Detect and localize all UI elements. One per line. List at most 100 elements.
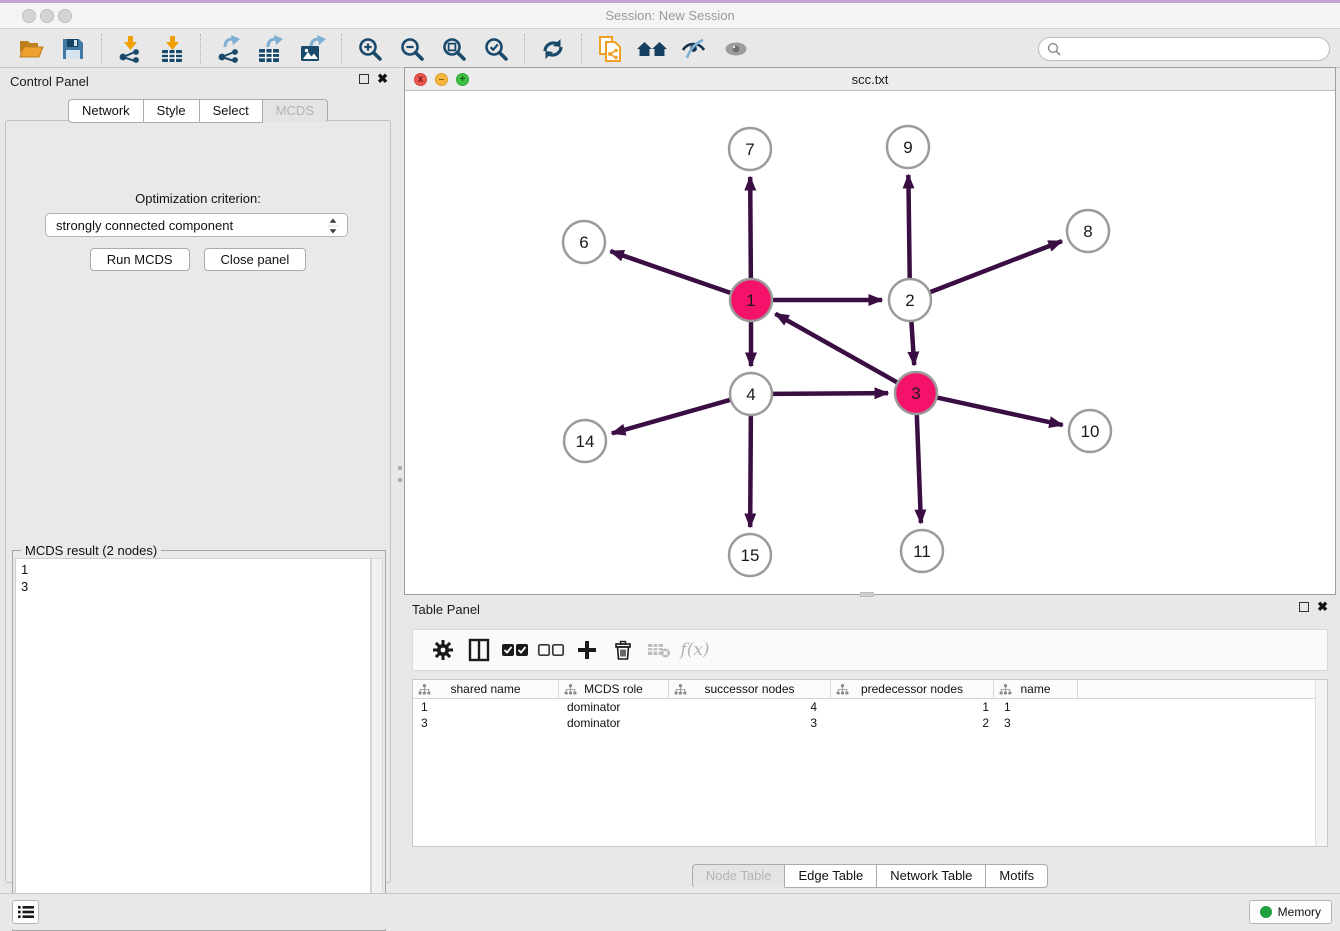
zoom-in-icon[interactable] bbox=[354, 33, 386, 65]
edge-4-15[interactable] bbox=[750, 415, 751, 527]
zoom-selected-icon[interactable] bbox=[480, 33, 512, 65]
cell-predecessor-nodes[interactable]: 2 bbox=[831, 715, 994, 731]
task-list-icon bbox=[18, 905, 34, 919]
edge-1-6[interactable] bbox=[610, 251, 731, 293]
close-table-panel-icon[interactable]: ✖ bbox=[1317, 602, 1328, 612]
cell-name[interactable]: 3 bbox=[994, 715, 1078, 731]
tab-network-table[interactable]: Network Table bbox=[877, 864, 986, 888]
memory-button[interactable]: Memory bbox=[1249, 900, 1332, 924]
horizontal-splitter-grip[interactable] bbox=[860, 592, 874, 597]
refresh-view-icon[interactable] bbox=[537, 33, 569, 65]
export-network-icon[interactable] bbox=[213, 33, 245, 65]
delete-column-icon[interactable] bbox=[641, 635, 677, 665]
cell-predecessor-nodes[interactable]: 1 bbox=[831, 699, 994, 715]
edge-3-11[interactable] bbox=[917, 414, 921, 523]
tab-edge-table[interactable]: Edge Table bbox=[785, 864, 877, 888]
cell-shared-name[interactable]: 1 bbox=[413, 699, 559, 715]
main-toolbar bbox=[0, 30, 1340, 68]
deselect-all-checkboxes-icon[interactable] bbox=[533, 635, 569, 665]
network-window-title: scc.txt bbox=[405, 72, 1335, 87]
criterion-selected-value: strongly connected component bbox=[56, 218, 233, 233]
show-all-eye-icon[interactable] bbox=[720, 33, 752, 65]
import-table-icon[interactable] bbox=[156, 33, 188, 65]
close-panel-icon[interactable]: ✖ bbox=[377, 74, 388, 84]
mcds-result-groupbox: MCDS result (2 nodes) 1 3 bbox=[12, 550, 386, 931]
network-window: x – + scc.txt 7968124314101511 bbox=[404, 67, 1336, 595]
cell-successor-nodes[interactable]: 4 bbox=[669, 699, 831, 715]
close-panel-button[interactable]: Close panel bbox=[204, 248, 307, 271]
cell-shared-name[interactable]: 3 bbox=[413, 715, 559, 731]
tab-mcds[interactable]: MCDS bbox=[263, 99, 328, 123]
tab-style[interactable]: Style bbox=[144, 99, 200, 123]
import-network-icon[interactable] bbox=[114, 33, 146, 65]
node-label-15: 15 bbox=[741, 546, 760, 565]
network-window-titlebar[interactable]: x – + scc.txt bbox=[405, 68, 1335, 91]
table-tabbar: Node TableEdge TableNetwork TableMotifs bbox=[692, 864, 1048, 888]
plus-icon[interactable] bbox=[569, 635, 605, 665]
app-window: Session: New Session bbox=[0, 0, 1340, 926]
cell-name[interactable]: 1 bbox=[994, 699, 1078, 715]
task-history-button[interactable] bbox=[12, 900, 39, 924]
cell-MCDS-role[interactable]: dominator bbox=[559, 699, 669, 715]
edge-3-1[interactable] bbox=[775, 314, 897, 383]
window-title: Session: New Session bbox=[0, 8, 1340, 23]
column-header-successor-nodes[interactable]: successor nodes bbox=[669, 680, 831, 698]
hide-selected-eye-icon[interactable] bbox=[678, 33, 710, 65]
edge-2-9[interactable] bbox=[908, 175, 909, 279]
cell-MCDS-role[interactable]: dominator bbox=[559, 715, 669, 731]
tab-motifs[interactable]: Motifs bbox=[986, 864, 1048, 888]
first-neighbors-icon[interactable] bbox=[636, 33, 668, 65]
node-label-2: 2 bbox=[905, 291, 914, 310]
zoom-fit-icon[interactable] bbox=[438, 33, 470, 65]
float-panel-icon[interactable] bbox=[359, 74, 369, 84]
split-panel-icon[interactable] bbox=[461, 635, 497, 665]
control-panel-tabbar: NetworkStyleSelectMCDS bbox=[68, 99, 328, 123]
edge-2-8[interactable] bbox=[930, 241, 1062, 292]
edge-4-14[interactable] bbox=[612, 400, 731, 434]
export-table-icon[interactable] bbox=[255, 33, 287, 65]
edge-4-3[interactable] bbox=[772, 393, 888, 394]
run-mcds-button[interactable]: Run MCDS bbox=[90, 248, 190, 271]
node-table[interactable]: shared nameMCDS rolesuccessor nodesprede… bbox=[412, 679, 1328, 847]
select-all-checkboxes-icon[interactable] bbox=[497, 635, 533, 665]
function-fx-icon[interactable]: f(x) bbox=[677, 635, 713, 665]
float-table-panel-icon[interactable] bbox=[1299, 602, 1309, 612]
table-header: shared nameMCDS rolesuccessor nodesprede… bbox=[413, 680, 1327, 699]
open-session-icon[interactable] bbox=[15, 33, 47, 65]
search-input[interactable] bbox=[1061, 39, 1329, 59]
clone-network-icon[interactable] bbox=[594, 33, 626, 65]
column-header-MCDS-role[interactable]: MCDS role bbox=[559, 680, 669, 698]
export-image-icon[interactable] bbox=[297, 33, 329, 65]
edge-1-7[interactable] bbox=[750, 177, 751, 279]
edge-2-3[interactable] bbox=[911, 321, 914, 365]
table-row[interactable]: 1dominator411 bbox=[413, 699, 1327, 715]
search-field[interactable] bbox=[1038, 37, 1330, 61]
criterion-select[interactable]: strongly connected component bbox=[45, 213, 348, 237]
tab-select[interactable]: Select bbox=[200, 99, 263, 123]
trash-icon[interactable] bbox=[605, 635, 641, 665]
search-icon bbox=[1047, 42, 1061, 56]
edge-3-10[interactable] bbox=[937, 397, 1063, 425]
result-scrollbar[interactable] bbox=[371, 558, 383, 928]
column-header-predecessor-nodes[interactable]: predecessor nodes bbox=[831, 680, 994, 698]
node-label-1: 1 bbox=[746, 291, 755, 310]
column-header-name[interactable]: name bbox=[994, 680, 1078, 698]
save-session-icon[interactable] bbox=[57, 33, 89, 65]
chevron-up-down-icon bbox=[327, 217, 343, 235]
cell-successor-nodes[interactable]: 3 bbox=[669, 715, 831, 731]
network-canvas[interactable]: 7968124314101511 bbox=[405, 91, 1335, 594]
network-graph[interactable]: 7968124314101511 bbox=[405, 91, 1335, 594]
tab-node-table[interactable]: Node Table bbox=[692, 864, 786, 888]
node-label-8: 8 bbox=[1083, 222, 1092, 241]
node-label-6: 6 bbox=[579, 233, 588, 252]
column-header-shared-name[interactable]: shared name bbox=[413, 680, 559, 698]
table-scrollbar[interactable] bbox=[1315, 680, 1327, 846]
vertical-splitter[interactable] bbox=[396, 68, 404, 888]
tab-network[interactable]: Network bbox=[68, 99, 144, 123]
table-row[interactable]: 3dominator323 bbox=[413, 715, 1327, 731]
node-label-9: 9 bbox=[903, 138, 912, 157]
zoom-out-icon[interactable] bbox=[396, 33, 428, 65]
gear-icon[interactable] bbox=[425, 635, 461, 665]
control-panel-title: Control Panel bbox=[10, 74, 89, 89]
mcds-result-textarea[interactable]: 1 3 bbox=[15, 558, 371, 928]
